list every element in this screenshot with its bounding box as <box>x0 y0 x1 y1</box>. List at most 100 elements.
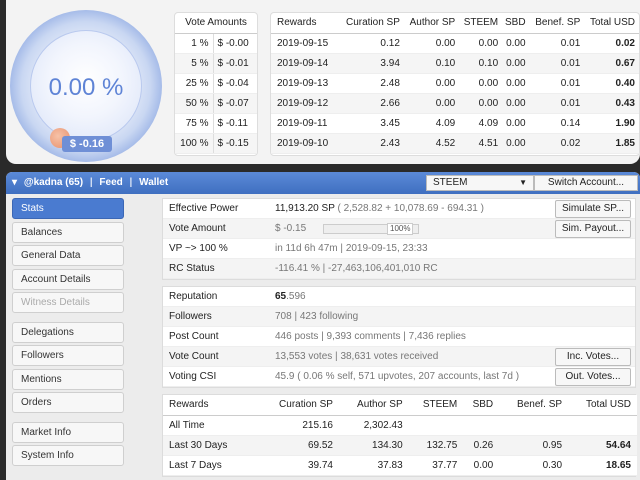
followers-row: Followers 708 | 423 following <box>163 307 635 327</box>
cell: 0.12 <box>339 33 404 54</box>
cell: 0.00 <box>502 33 530 54</box>
account-header-bar: ▾ @kadna (65) | Feed | Wallet STEEM ▼ Sw… <box>6 172 640 194</box>
table-row: 2019-09-14 3.94 0.10 0.10 0.00 0.01 0.67 <box>271 53 639 74</box>
vp-recharge-time: in 11d 6h 47m <box>275 243 338 254</box>
column-header: Curation SP <box>258 395 339 416</box>
cell: 0.00 <box>502 113 530 134</box>
column-header: SBD <box>463 395 500 416</box>
vote-amounts-header: Vote Amounts <box>175 13 257 34</box>
sidebar-item-followers[interactable]: Followers <box>12 345 124 366</box>
cell: 0.00 <box>459 73 503 94</box>
reputation-integer: 65 <box>275 291 287 302</box>
rewards-summary-table: Rewards Curation SP Author SP STEEM SBD … <box>163 395 637 476</box>
cell <box>499 415 569 436</box>
currency-select[interactable]: STEEM ▼ <box>426 175 534 191</box>
cell: 0.14 <box>529 113 585 134</box>
vote-amount-value: $ -0.15 <box>275 223 307 234</box>
date-cell: 2019-09-11 <box>271 113 340 134</box>
gauge-ring[interactable]: 0.00 % $ -0.16 <box>10 10 162 162</box>
column-header: Author SP <box>403 13 460 34</box>
daily-rewards-table: Rewards Curation SP Author SP STEEM SBD … <box>270 12 640 156</box>
cell: 0.30 <box>499 455 569 476</box>
main-panel: ▾ @kadna (65) | Feed | Wallet STEEM ▼ Sw… <box>6 172 640 480</box>
column-header: Benef. SP <box>529 13 585 34</box>
cell: 0.10 <box>459 53 503 74</box>
vote-pct: 50 % <box>175 93 214 114</box>
cell: 0.00 <box>403 73 460 94</box>
period-cell: Last 30 Days <box>163 435 259 456</box>
table-row: Last 30 Days 69.52 134.30 132.75 0.26 0.… <box>163 435 637 456</box>
cell: 4.52 <box>403 133 460 154</box>
total-cell: 0.67 <box>584 53 639 74</box>
cell <box>408 415 464 436</box>
cell: 69.52 <box>258 435 339 456</box>
post-count-row: Post Count 446 posts | 9,393 comments | … <box>163 327 635 347</box>
total-cell: 54.64 <box>568 435 637 456</box>
table-row: 2019-09-13 2.48 0.00 0.00 0.00 0.01 0.40 <box>271 73 639 94</box>
rc-status-label: RC Status <box>169 263 215 274</box>
cell: 134.30 <box>338 435 409 456</box>
sidebar: Stats Balances General Data Account Deta… <box>12 198 124 469</box>
switch-account-button[interactable]: Switch Account... <box>534 175 638 191</box>
cell: 0.01 <box>529 73 585 94</box>
column-header: Total USD <box>584 13 639 34</box>
table-row: 50 % $ -0.07 <box>175 93 257 114</box>
cell: 0.00 <box>502 53 530 74</box>
cell: 39.74 <box>258 455 339 476</box>
reputation-decimal: .596 <box>286 291 306 302</box>
vote-value: $ -0.15 <box>213 133 257 154</box>
sidebar-item-account-details[interactable]: Account Details <box>12 268 124 290</box>
period-cell: All Time <box>163 415 259 436</box>
reputation-row: Reputation 65.596 <box>163 287 635 307</box>
profile-section: Reputation 65.596 Followers 708 | 423 fo… <box>162 286 636 388</box>
cell: 37.77 <box>408 455 464 476</box>
post-count-value: 446 posts | 9,393 comments | 7,436 repli… <box>275 327 466 347</box>
sidebar-item-market-info[interactable]: Market Info <box>12 421 124 443</box>
collapse-arrow-icon[interactable]: ▾ <box>12 177 17 188</box>
separator: | <box>403 331 406 342</box>
wallet-link[interactable]: Wallet <box>139 177 168 188</box>
vp-recharge-date: 2019-09-15, 23:33 <box>345 243 428 254</box>
sidebar-item-orders[interactable]: Orders <box>12 392 124 413</box>
period-cell: Last 7 Days <box>163 455 259 476</box>
cell: 0.01 <box>529 93 585 114</box>
column-header: SBD <box>502 13 530 34</box>
cell: 4.51 <box>459 133 503 154</box>
table-row: Last 7 Days 39.74 37.83 37.77 0.00 0.30 … <box>163 455 637 476</box>
sidebar-item-delegations[interactable]: Delegations <box>12 321 124 343</box>
table-row: 2019-09-12 2.66 0.00 0.00 0.00 0.01 0.43 <box>271 93 639 114</box>
voting-power-label: VP ~> 100 % <box>169 243 228 254</box>
rewards-summary-section: Rewards Curation SP Author SP STEEM SBD … <box>162 394 637 477</box>
sidebar-item-general-data[interactable]: General Data <box>12 245 124 266</box>
total-cell: 0.02 <box>584 33 639 54</box>
votes-cast: 13,553 votes <box>275 351 333 362</box>
vote-weight-gauge[interactable]: 0.00 % $ -0.16 <box>10 10 162 162</box>
incoming-votes-button[interactable]: Inc. Votes... <box>555 348 631 366</box>
total-cell <box>568 415 637 436</box>
table-row: 25 % $ -0.04 <box>175 73 257 94</box>
separator: | <box>89 177 93 188</box>
sidebar-item-mentions[interactable]: Mentions <box>12 368 124 390</box>
effective-power-value: 11,913.20 SP ( 2,528.82 + 10,078.69 - 69… <box>275 199 484 219</box>
total-cell: 18.65 <box>568 455 637 476</box>
account-link[interactable]: @kadna (65) <box>24 177 83 188</box>
cell: 0.02 <box>529 133 585 154</box>
column-header: Author SP <box>338 395 409 416</box>
table-row: 100 % $ -0.15 <box>175 133 257 154</box>
separator: | <box>129 177 133 188</box>
column-header: Rewards <box>163 395 259 416</box>
vote-count-value: 13,553 votes | 38,631 votes received <box>275 347 438 367</box>
total-cell: 1.90 <box>584 113 639 134</box>
post-count: 446 posts <box>275 331 319 342</box>
effective-power-breakdown: ( 2,528.82 + 10,078.69 - 694.31 ) <box>337 203 484 214</box>
sidebar-item-balances[interactable]: Balances <box>12 221 124 243</box>
sim-payout-button[interactable]: Sim. Payout... <box>555 220 631 238</box>
sidebar-item-system-info[interactable]: System Info <box>12 445 124 466</box>
feed-link[interactable]: Feed <box>99 177 122 188</box>
simulate-sp-button[interactable]: Simulate SP... <box>555 200 631 218</box>
voting-power-row: VP ~> 100 % in 11d 6h 47m | 2019-09-15, … <box>163 239 635 259</box>
outgoing-votes-button[interactable]: Out. Votes... <box>555 368 631 386</box>
vote-pct: 25 % <box>175 73 214 94</box>
vote-count-label: Vote Count <box>169 351 219 362</box>
sidebar-item-stats[interactable]: Stats <box>12 198 124 219</box>
